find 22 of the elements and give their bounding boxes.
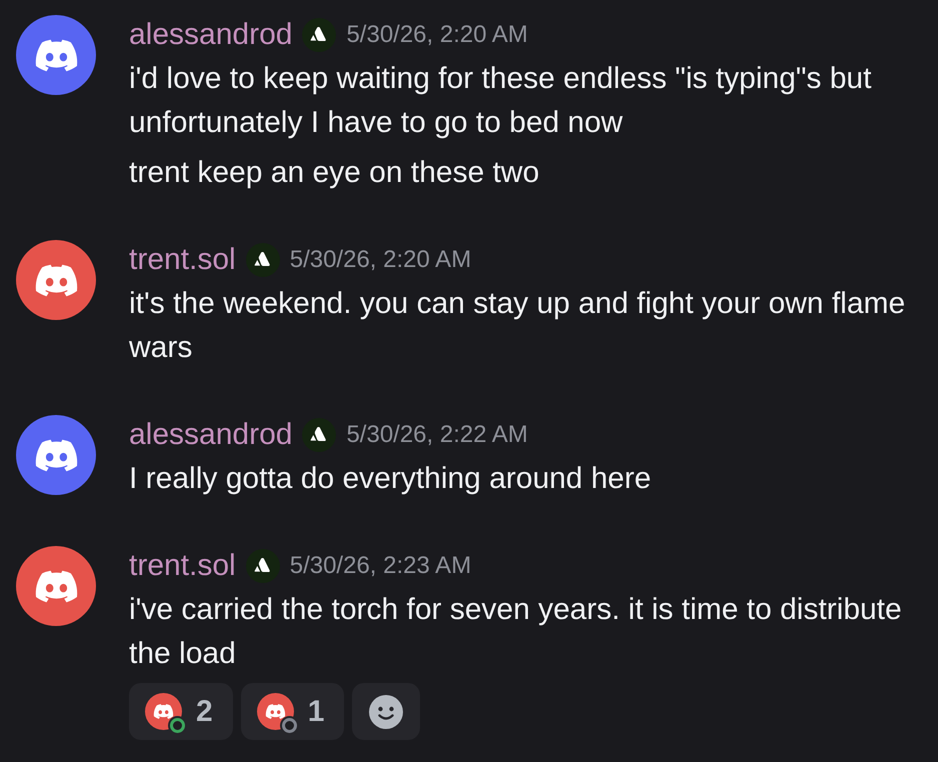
badge-icon [302,418,336,452]
message-text: it's the weekend. you can stay up and fight your own flame wars [129,286,906,366]
message-timestamp: 5/30/26, 2:20 AM [290,246,472,274]
message-text: i've carried the torch for seven years. it is time to distribute the load [129,592,903,672]
badge-icon [302,18,336,52]
add-reaction-button[interactable] [352,683,420,740]
author-name[interactable]: alessandrod [129,418,292,452]
message-text: I really gotta do everything around here [129,461,652,497]
author-name[interactable]: alessandrod [129,18,292,52]
avatar-icon [256,693,294,730]
reaction-button[interactable]: 2 [129,683,233,740]
avatar-icon [145,693,182,730]
smiley-icon [369,694,404,728]
message-timestamp: 5/30/26, 2:20 AM [346,21,528,49]
message-timestamp: 5/30/26, 2:23 AM [290,552,472,580]
author-name[interactable]: trent.sol [129,549,236,583]
author-name[interactable]: trent.sol [129,243,236,277]
badge-icon [246,549,280,583]
message-timestamp: 5/30/26, 2:22 AM [346,421,528,449]
badge-icon [246,243,280,277]
message-text: trent keep an eye on these two [129,155,540,191]
reaction-button[interactable]: 1 [240,683,344,740]
